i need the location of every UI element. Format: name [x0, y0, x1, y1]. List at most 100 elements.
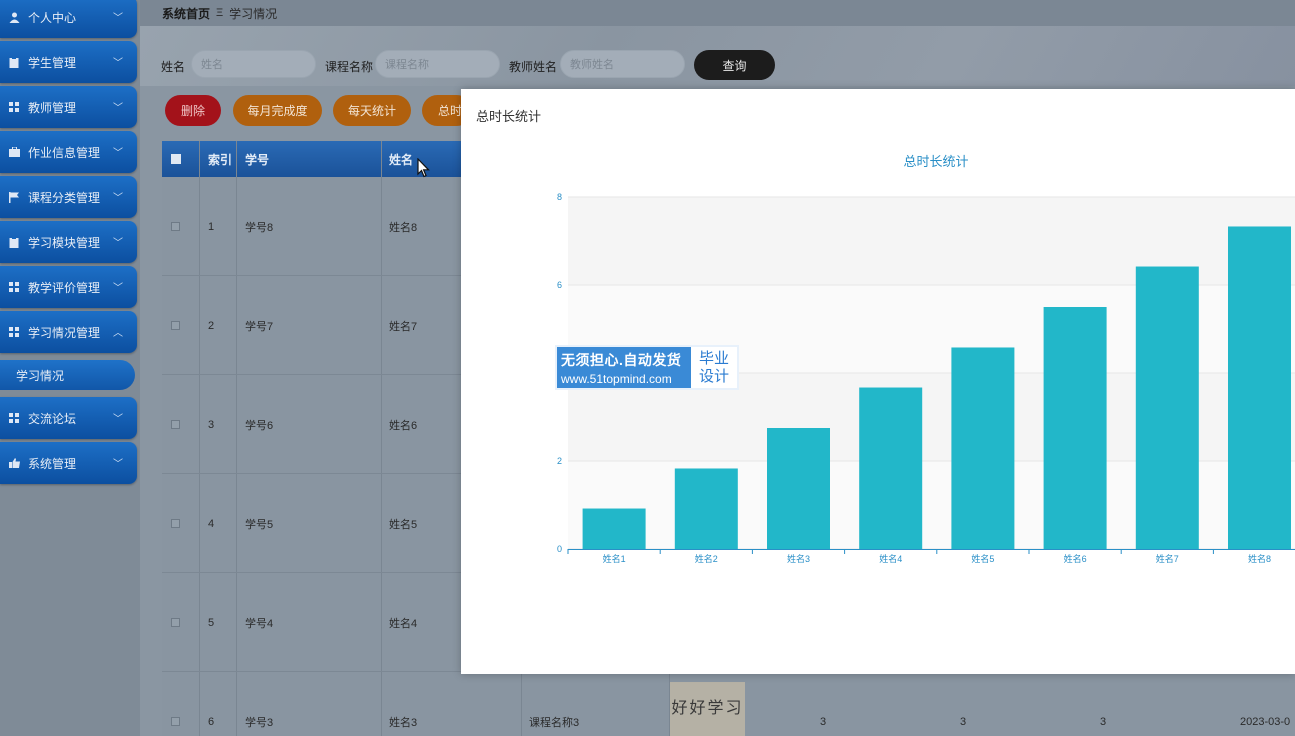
cell-name: 姓名6: [389, 419, 418, 432]
delete-button[interactable]: 删除: [165, 95, 221, 126]
mouse-cursor-icon: [417, 158, 430, 178]
sidebar-item-students[interactable]: 学生管理 ﹀: [0, 41, 137, 83]
watermark-text: 无须担心.自动发货 www.51topmind.com: [557, 347, 691, 388]
row-checkbox[interactable]: [171, 618, 180, 627]
cell-student-id: 学号3: [245, 716, 274, 729]
grid-icon: [8, 412, 20, 424]
x-tick-label: 姓名4: [879, 553, 902, 564]
sidebar-item-course-categories[interactable]: 课程分类管理 ﹀: [0, 176, 137, 218]
sidebar-subitem-learning-status[interactable]: 学习情况: [0, 360, 135, 390]
header-student-id: 学号: [245, 152, 270, 167]
monthly-completion-button[interactable]: 每月完成度: [233, 95, 322, 126]
name-label: 姓名: [161, 60, 186, 74]
thumbnail-image: 好好学习: [670, 682, 745, 736]
breadcrumb-current: 学习情况: [229, 6, 278, 21]
header-index: 索引: [208, 152, 233, 167]
sidebar-item-personal-center[interactable]: 个人中心 ﹀: [0, 0, 137, 38]
sidebar-item-forum[interactable]: 交流论坛 ﹀: [0, 397, 137, 439]
y-tick-label: 6: [557, 280, 562, 290]
grid-icon: [8, 281, 20, 293]
sidebar-item-learning-status[interactable]: 学习情况管理 ︿: [0, 311, 137, 353]
chart-bar: [1228, 226, 1291, 550]
chevron-down-icon: ﹀: [113, 103, 123, 114]
chart-bar: [674, 468, 738, 549]
sidebar-item-label: 教师管理: [28, 100, 77, 115]
breadcrumb: 系统首页 Ξ 学习情况: [140, 0, 1295, 26]
x-tick-label: 姓名3: [787, 553, 810, 564]
query-button[interactable]: 查询: [694, 50, 775, 80]
row-checkbox[interactable]: [171, 321, 180, 330]
cell-index: 4: [208, 517, 215, 530]
sidebar-item-label: 个人中心: [28, 10, 77, 25]
chevron-down-icon: ﹀: [113, 459, 123, 470]
course-label: 课程名称: [325, 60, 374, 74]
sidebar-item-label: 学习模块管理: [28, 235, 101, 250]
teacher-label: 教师姓名: [509, 60, 558, 74]
watermark-badge: 毕业 设计: [691, 347, 737, 388]
teacher-input[interactable]: 教师姓名: [560, 50, 685, 78]
watermark-line2: www.51topmind.com: [561, 371, 672, 386]
cell-student-id: 学号7: [245, 320, 274, 333]
row-checkbox[interactable]: [171, 717, 180, 726]
sidebar-item-learning-modules[interactable]: 学习模块管理 ﹀: [0, 221, 137, 263]
sidebar-item-homework[interactable]: 作业信息管理 ﹀: [0, 131, 137, 173]
chart-bar: [951, 347, 1015, 549]
sidebar-item-label: 学生管理: [28, 55, 77, 70]
chevron-down-icon: ﹀: [113, 414, 123, 425]
grid-icon: [8, 326, 20, 338]
name-input[interactable]: 姓名: [191, 50, 316, 78]
chart-title: 总时长统计: [903, 154, 968, 169]
cell-value: 3: [1100, 715, 1107, 728]
chevron-down-icon: ﹀: [113, 148, 123, 159]
grid-icon: [8, 101, 20, 113]
x-tick-label: 姓名6: [1064, 553, 1087, 564]
row-checkbox[interactable]: [171, 222, 180, 231]
chart-bar: [582, 508, 646, 549]
y-tick-label: 2: [557, 456, 562, 466]
cell-index: 3: [208, 418, 215, 431]
user-icon: [8, 11, 20, 23]
sidebar-item-label: 作业信息管理: [28, 145, 101, 160]
select-all-checkbox[interactable]: [171, 154, 181, 164]
y-tick-label: 8: [557, 192, 562, 202]
x-tick-label: 姓名5: [971, 553, 994, 564]
sidebar-item-system[interactable]: 系统管理 ﹀: [0, 442, 137, 484]
sidebar-item-label: 交流论坛: [28, 411, 77, 426]
cell-name: 姓名3: [389, 716, 418, 729]
daily-stats-button[interactable]: 每天统计: [333, 95, 411, 126]
sidebar-item-teachers[interactable]: 教师管理 ﹀: [0, 86, 137, 128]
breadcrumb-home[interactable]: 系统首页: [162, 5, 210, 22]
watermark-line1: 无须担心.自动发货: [561, 351, 682, 368]
breadcrumb-separator: Ξ: [216, 7, 224, 19]
x-tick-label: 姓名1: [603, 553, 626, 564]
cell-index: 6: [208, 715, 215, 728]
chevron-up-icon: ︿: [113, 328, 123, 339]
cell-index: 1: [208, 220, 215, 233]
x-tick-label: 姓名8: [1248, 553, 1271, 564]
chart-bar: [1135, 266, 1199, 549]
cell-name: 姓名7: [389, 320, 418, 333]
table-row[interactable]: 6 学号3 姓名3 课程名称3 好好学习 3 3 3 2023-03-0: [162, 672, 1295, 736]
chevron-down-icon: ﹀: [113, 238, 123, 249]
chevron-down-icon: ﹀: [113, 193, 123, 204]
cell-student-id: 学号5: [245, 518, 274, 531]
cell-index: 2: [208, 319, 215, 332]
search-bar: 姓名 姓名 课程名称 课程名称 教师姓名 教师姓名 查询: [140, 26, 1295, 86]
x-tick-label: 姓名7: [1156, 553, 1179, 564]
y-tick-label: 0: [557, 544, 562, 554]
cell-index: 5: [208, 616, 215, 629]
sidebar-item-teaching-evaluation[interactable]: 教学评价管理 ﹀: [0, 266, 137, 308]
cell-student-id: 学号6: [245, 419, 274, 432]
cell-value: 3: [960, 715, 967, 728]
header-name: 姓名: [389, 152, 414, 167]
cell-date: 2023-03-0: [1240, 715, 1291, 728]
clipboard-icon: [8, 56, 20, 68]
course-input[interactable]: 课程名称: [375, 50, 500, 78]
chevron-down-icon: ﹀: [113, 13, 123, 24]
briefcase-icon: [8, 146, 20, 158]
chart-bar: [1043, 307, 1107, 549]
row-checkbox[interactable]: [171, 420, 180, 429]
sidebar: 个人中心 ﹀ 学生管理 ﹀ 教师管理 ﹀ 作业信息管理 ﹀ 课程分类管理 ﹀ 学…: [0, 0, 140, 736]
watermark-badge-line2: 设计: [698, 367, 729, 385]
row-checkbox[interactable]: [171, 519, 180, 528]
